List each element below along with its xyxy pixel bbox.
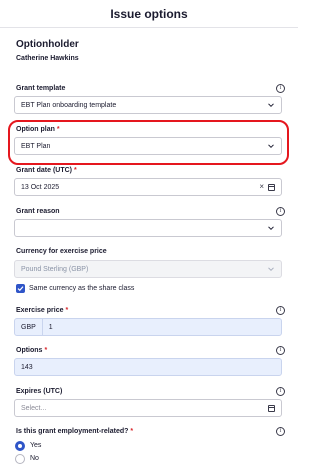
grant-template-label: Grant template <box>16 85 66 92</box>
grant-reason-select[interactable] <box>14 219 282 237</box>
calendar-icon[interactable] <box>268 184 275 191</box>
chevron-down-icon <box>268 144 274 149</box>
info-icon[interactable]: i <box>276 427 285 436</box>
page-title: Issue options <box>110 6 188 21</box>
info-icon[interactable]: i <box>276 387 285 396</box>
expires-label: Expires (UTC) <box>16 388 63 395</box>
calendar-icon[interactable] <box>268 405 275 412</box>
grant-date-value: 13 Oct 2025 <box>21 183 60 191</box>
radio-yes-label: Yes <box>30 442 42 449</box>
expires-placeholder: Select... <box>21 404 47 412</box>
radio-no[interactable] <box>15 454 25 464</box>
optionholder-section-title: Optionholder <box>16 39 79 50</box>
same-currency-label: Same currency as the share class <box>29 285 135 292</box>
chevron-down-icon <box>268 226 274 231</box>
employment-related-label: Is this grant employment-related? * <box>16 428 134 435</box>
expires-input[interactable]: Select... <box>14 399 282 417</box>
grant-template-value: EBT Plan onboarding template <box>21 101 117 109</box>
grant-reason-label: Grant reason <box>16 208 60 215</box>
exercise-price-value: 1 <box>48 323 53 331</box>
option-plan-select[interactable]: EBT Plan <box>14 137 282 155</box>
option-plan-value: EBT Plan <box>21 142 51 150</box>
grant-template-select[interactable]: EBT Plan onboarding template <box>14 96 282 114</box>
radio-no-label: No <box>30 455 39 462</box>
currency-select: Pound Sterling (GBP) <box>14 260 282 278</box>
chevron-down-icon <box>268 267 274 272</box>
same-currency-checkbox[interactable] <box>16 284 25 293</box>
options-input[interactable]: 143 <box>14 358 282 376</box>
info-icon[interactable]: i <box>276 84 285 93</box>
exercise-price-input[interactable]: GBP 1 <box>14 318 282 336</box>
info-icon[interactable]: i <box>276 346 285 355</box>
optionholder-name: Catherine Hawkins <box>16 55 79 62</box>
page-header: Issue options <box>0 0 298 28</box>
currency-label: Currency for exercise price <box>16 248 107 255</box>
info-icon[interactable]: i <box>276 207 285 216</box>
currency-prefix: GBP <box>21 319 43 335</box>
clear-icon[interactable]: × <box>259 182 264 191</box>
radio-yes[interactable] <box>15 441 25 451</box>
info-icon[interactable]: i <box>276 306 285 315</box>
check-icon <box>17 286 24 292</box>
option-plan-label: Option plan * <box>16 126 60 133</box>
currency-value: Pound Sterling (GBP) <box>21 265 89 273</box>
exercise-price-label: Exercise price * <box>16 307 69 314</box>
options-label: Options * <box>16 347 48 354</box>
grant-date-input[interactable]: 13 Oct 2025 × <box>14 178 282 196</box>
chevron-down-icon <box>268 103 274 108</box>
options-value: 143 <box>21 363 33 371</box>
grant-date-label: Grant date (UTC) * <box>16 167 77 174</box>
